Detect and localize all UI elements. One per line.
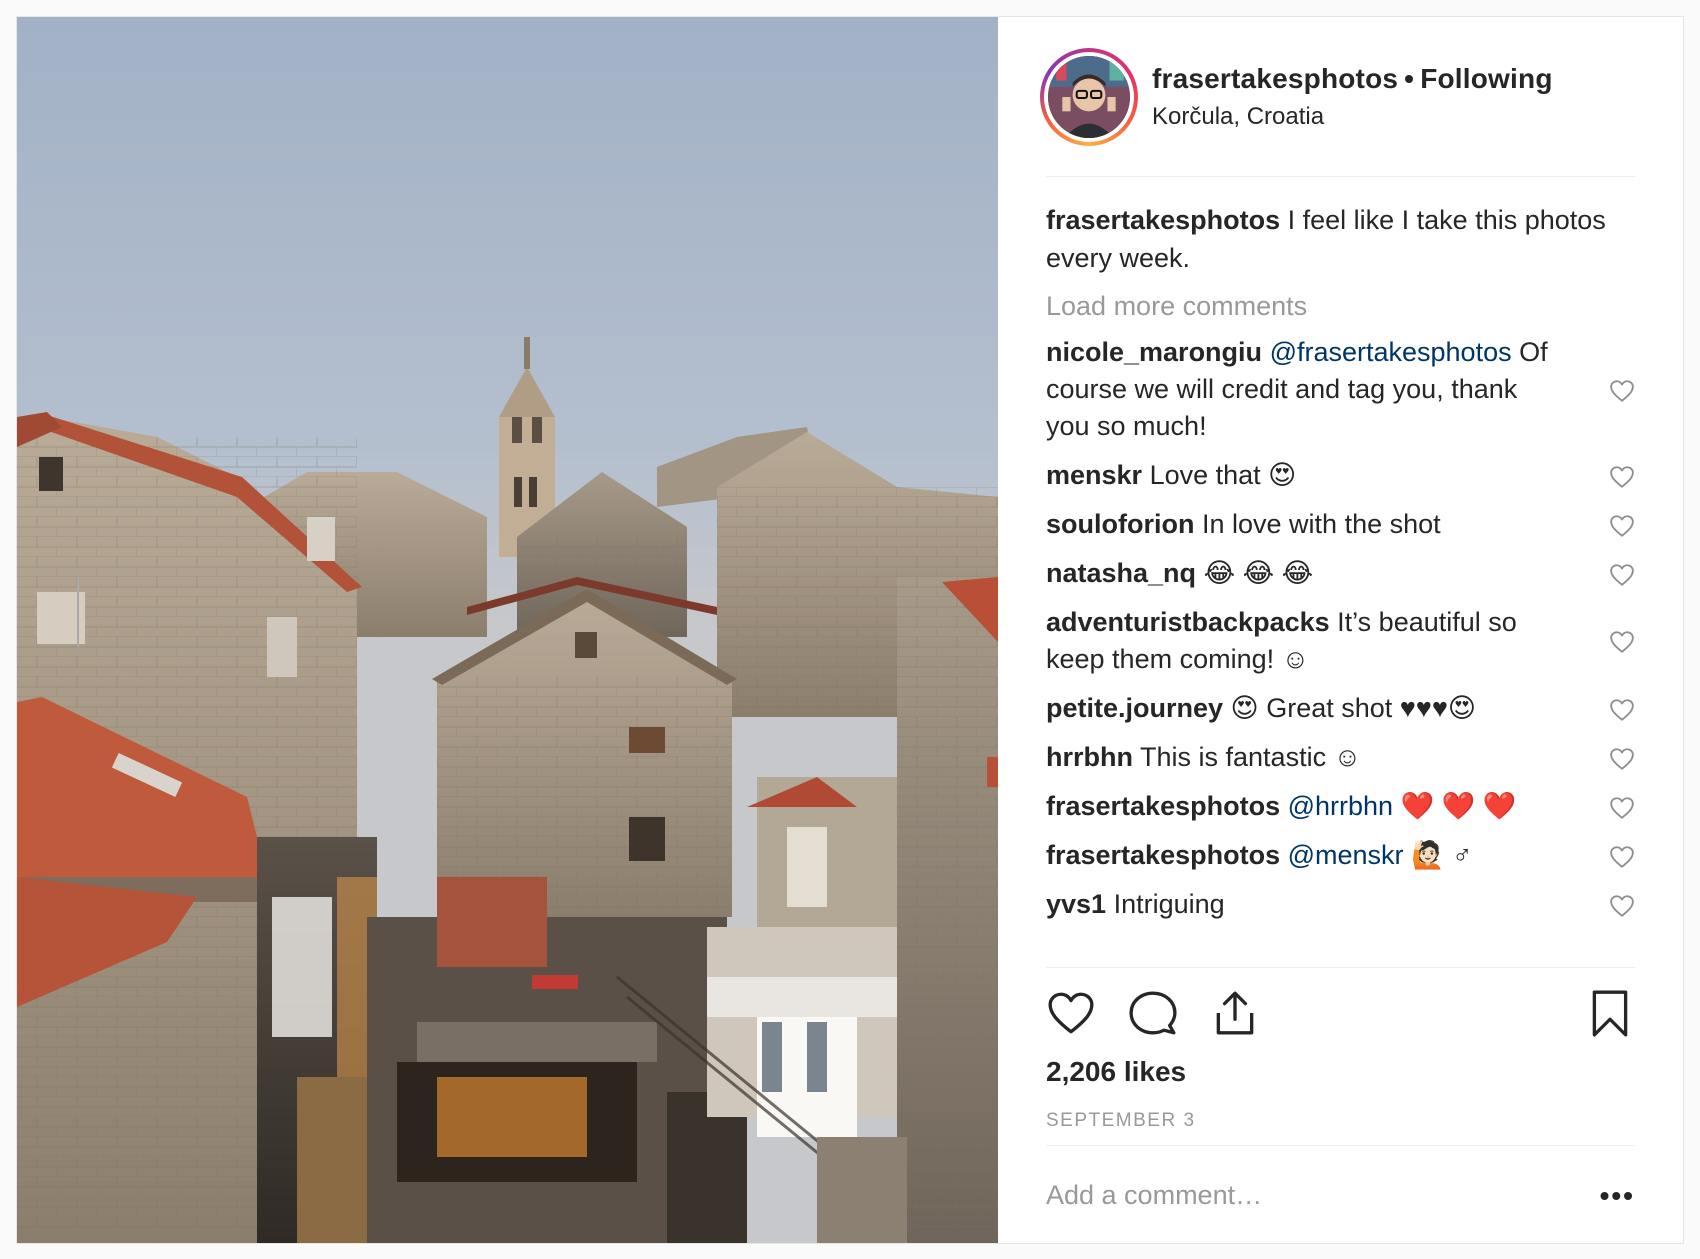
comment-list: nicole_marongiu @frasertakesphotos Of co… xyxy=(1046,334,1635,923)
comment-item: yvs1 Intriguing xyxy=(1046,886,1635,923)
add-comment-input[interactable] xyxy=(1046,1180,1546,1211)
post-side-panel: frasertakesphotos • Following Korčula, Cro… xyxy=(998,17,1683,1243)
comment-username[interactable]: natasha_nq xyxy=(1046,558,1196,588)
comment-username[interactable]: hrrbhn xyxy=(1046,742,1133,772)
heart-outline-icon[interactable] xyxy=(1609,892,1635,918)
comment-mention[interactable]: @frasertakesphotos xyxy=(1270,337,1512,367)
heart-outline-icon[interactable] xyxy=(1609,794,1635,820)
comment-text: 🙋🏻 ♂ xyxy=(1411,840,1473,870)
comment-item: frasertakesphotos @hrrbhn ❤️ ❤️ ❤️ xyxy=(1046,788,1635,825)
heart-outline-icon[interactable] xyxy=(1609,377,1635,403)
follow-status-button[interactable]: Following xyxy=(1420,63,1552,94)
comment-username[interactable]: souloforion xyxy=(1046,509,1194,539)
comment-item: frasertakesphotos @menskr 🙋🏻 ♂ xyxy=(1046,837,1635,874)
caption-username[interactable]: frasertakesphotos xyxy=(1046,205,1280,235)
comment-text: ❤️ ❤️ ❤️ xyxy=(1400,791,1517,821)
comment-username[interactable]: adventuristbackpacks xyxy=(1046,607,1330,637)
comment-item: natasha_nq 😂 😂 😂 xyxy=(1046,555,1635,592)
heart-outline-icon[interactable] xyxy=(1609,463,1635,489)
more-options-button[interactable]: ••• xyxy=(1600,1180,1635,1212)
comment-item: adventuristbackpacks It’s beautiful so k… xyxy=(1046,604,1635,678)
heart-outline-icon[interactable] xyxy=(1609,628,1635,654)
add-comment-bar: ••• xyxy=(1046,1145,1635,1245)
post-card: frasertakesphotos • Following Korčula, Cro… xyxy=(16,16,1684,1244)
comment-text: Love that 😍 xyxy=(1149,460,1297,490)
avatar[interactable] xyxy=(1048,55,1130,138)
comment-text: This is fantastic ☺ xyxy=(1140,742,1362,772)
post-date: SEPTEMBER 3 xyxy=(1046,1110,1196,1131)
comment-mention[interactable]: @hrrbhn xyxy=(1288,791,1393,821)
comment-text: 😍 Great shot ♥♥♥😍 xyxy=(1230,693,1476,723)
heart-icon[interactable] xyxy=(1046,988,1096,1038)
separator-dot: • xyxy=(1404,62,1415,94)
comment-item: menskr Love that 😍 xyxy=(1046,457,1635,494)
heart-outline-icon[interactable] xyxy=(1609,696,1635,722)
likes-count[interactable]: 2,206 likes xyxy=(1046,1056,1635,1088)
share-icon[interactable] xyxy=(1210,988,1260,1038)
heart-outline-icon[interactable] xyxy=(1609,745,1635,771)
action-bar: 2,206 likes SEPTEMBER 3 xyxy=(1046,967,1635,1132)
author-username[interactable]: frasertakesphotos xyxy=(1152,63,1398,94)
post-photo[interactable] xyxy=(17,17,998,1243)
comments-section: frasertakesphotos I feel like I take thi… xyxy=(1046,177,1635,923)
comment-text: In love with the shot xyxy=(1202,509,1441,539)
comment-mention[interactable]: @menskr xyxy=(1288,840,1404,870)
comment-username[interactable]: frasertakesphotos xyxy=(1046,791,1280,821)
photo-illustration xyxy=(17,17,998,1243)
post-header: frasertakesphotos • Following Korčula, Cro… xyxy=(1040,17,1635,177)
comment-item: nicole_marongiu @frasertakesphotos Of co… xyxy=(1046,334,1635,445)
comment-username[interactable]: yvs1 xyxy=(1046,889,1106,919)
heart-outline-icon[interactable] xyxy=(1609,843,1635,869)
comment-username[interactable]: frasertakesphotos xyxy=(1046,840,1280,870)
location-link[interactable]: Korčula, Croatia xyxy=(1152,103,1553,131)
comment-item: souloforion In love with the shot xyxy=(1046,506,1635,543)
comment-text: 😂 😂 😂 xyxy=(1203,558,1314,588)
story-ring[interactable] xyxy=(1040,47,1138,146)
post-caption: frasertakesphotos I feel like I take thi… xyxy=(1046,201,1606,277)
comment-username[interactable]: menskr xyxy=(1046,460,1142,490)
bookmark-icon[interactable] xyxy=(1585,988,1635,1038)
heart-outline-icon[interactable] xyxy=(1609,512,1635,538)
heart-outline-icon[interactable] xyxy=(1609,561,1635,587)
comment-item: petite.journey 😍 Great shot ♥♥♥😍 xyxy=(1046,690,1635,727)
comment-username[interactable]: petite.journey xyxy=(1046,693,1223,723)
comment-bubble-icon[interactable] xyxy=(1128,988,1178,1038)
comment-item: hrrbhn This is fantastic ☺ xyxy=(1046,739,1635,776)
comment-text: Intriguing xyxy=(1113,889,1225,919)
load-more-comments-button[interactable]: Load more comments xyxy=(1046,291,1635,322)
comment-username[interactable]: nicole_marongiu xyxy=(1046,337,1262,367)
